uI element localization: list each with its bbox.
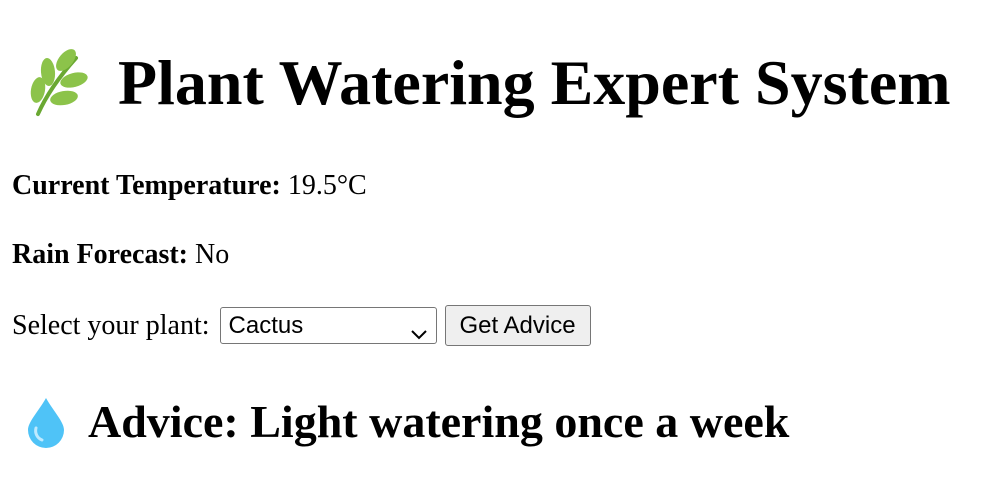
advice-result: Advice: Light watering once a week bbox=[26, 396, 789, 448]
header: Plant Watering Expert System bbox=[24, 48, 951, 118]
temperature-label: Current Temperature: bbox=[12, 170, 281, 201]
herb-leaf-icon bbox=[24, 48, 88, 118]
plant-select[interactable]: Cactus bbox=[219, 307, 437, 344]
rain-forecast-line: Rain Forecast: No bbox=[12, 241, 229, 269]
get-advice-button[interactable]: Get Advice bbox=[444, 305, 591, 346]
water-drop-icon bbox=[26, 396, 66, 448]
temperature-line: Current Temperature: 19.5°C bbox=[12, 172, 367, 200]
plant-form: Select your plant: Cactus Get Advice bbox=[12, 305, 591, 346]
rain-forecast-label: Rain Forecast: bbox=[12, 239, 188, 270]
page-title: Plant Watering Expert System bbox=[118, 47, 951, 118]
rain-forecast-value: No bbox=[195, 239, 230, 270]
chevron-down-icon bbox=[410, 320, 428, 339]
temperature-value: 19.5°C bbox=[287, 170, 367, 201]
advice-text: Advice: Light watering once a week bbox=[88, 396, 790, 447]
select-plant-label: Select your plant: bbox=[12, 309, 210, 341]
plant-select-value: Cactus bbox=[228, 311, 304, 339]
